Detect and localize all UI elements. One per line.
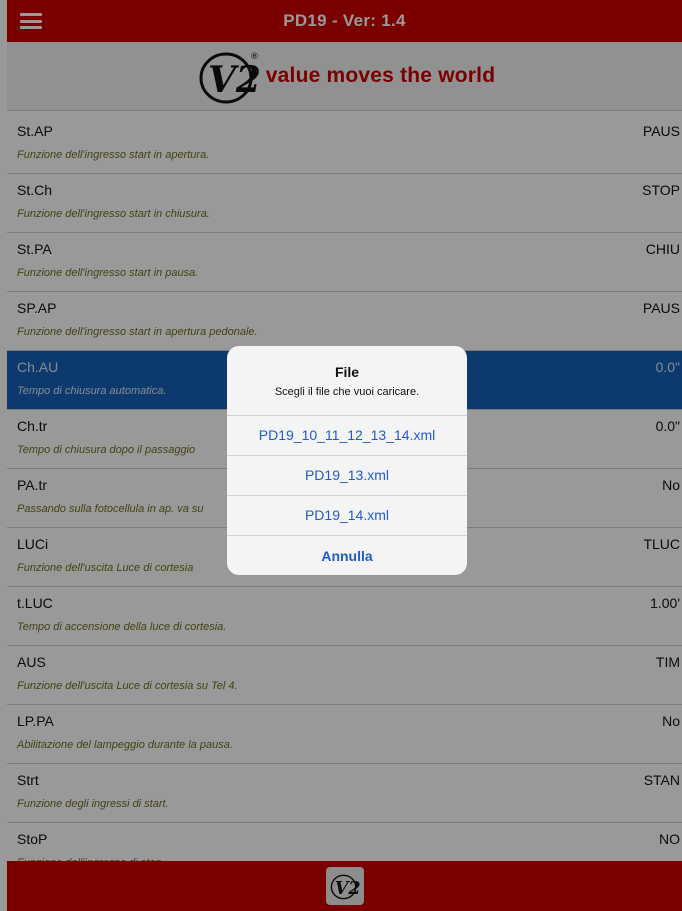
- dialog-header: File Scegli il file che vuoi caricare.: [227, 346, 467, 416]
- file-option-pd19-13[interactable]: PD19_13.xml: [227, 456, 467, 496]
- dialog-title: File: [334, 364, 360, 380]
- file-option-pd19-10-14[interactable]: PD19_10_11_12_13_14.xml: [227, 416, 467, 456]
- file-option-pd19-14[interactable]: PD19_14.xml: [227, 496, 467, 536]
- cancel-button[interactable]: Annulla: [227, 536, 467, 575]
- file-picker-dialog: File Scegli il file che vuoi caricare. P…: [227, 346, 467, 575]
- dialog-message: Scegli il file che vuoi caricare.: [274, 386, 420, 398]
